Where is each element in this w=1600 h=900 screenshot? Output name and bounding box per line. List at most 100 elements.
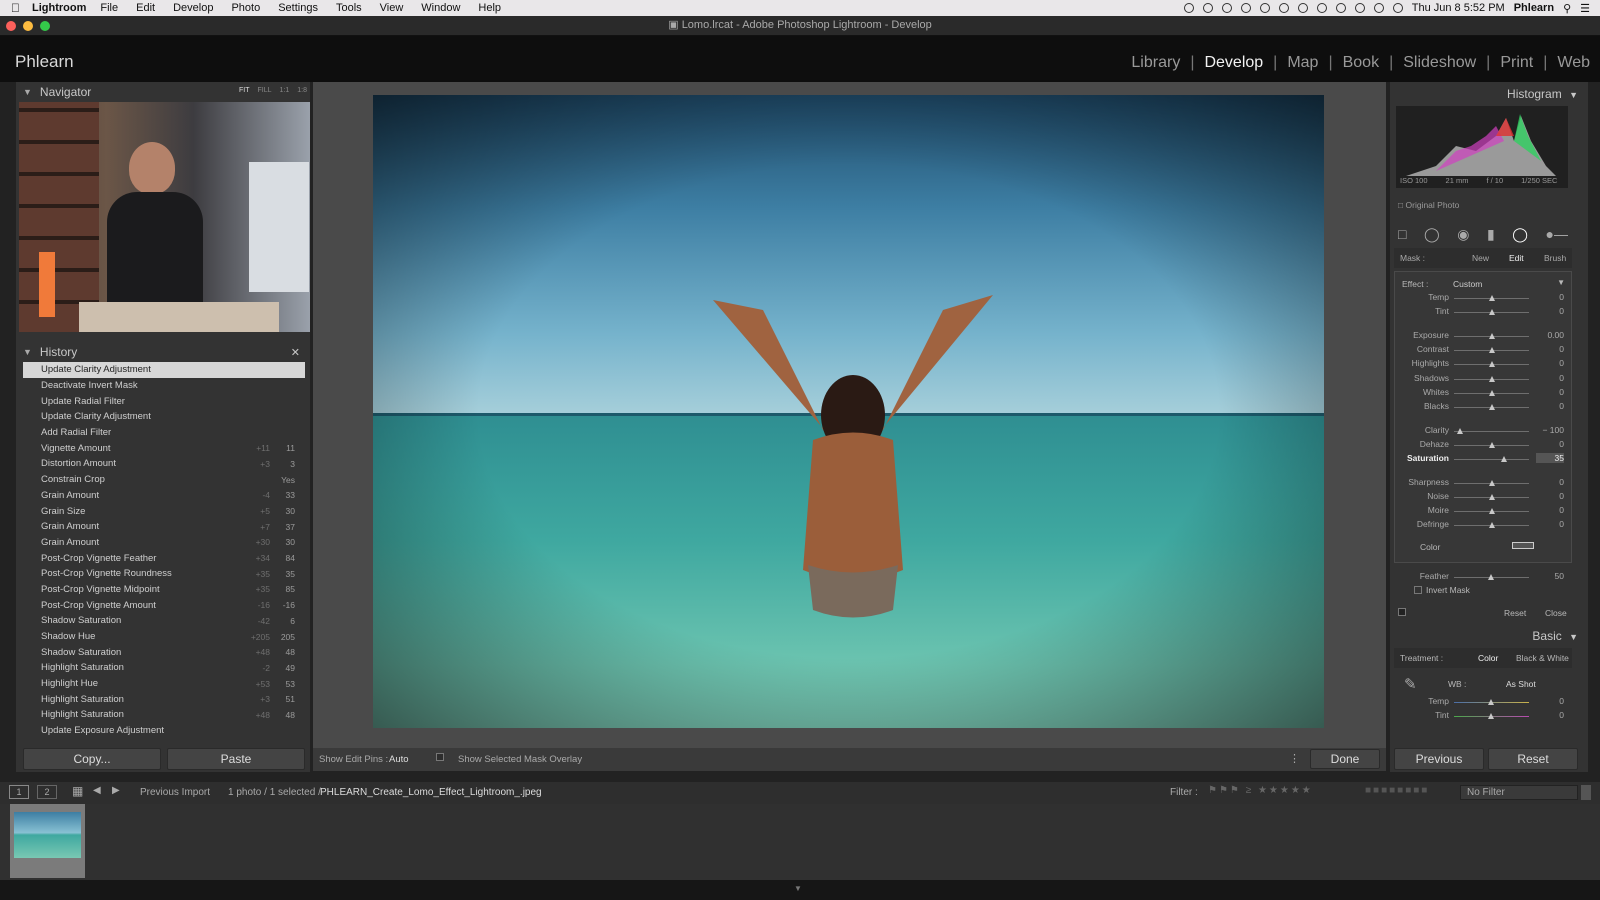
mask-overlay-checkbox[interactable] [436,753,444,761]
filmstrip-source[interactable]: Previous Import [140,787,210,798]
history-item[interactable]: Grain Size +5 30 [23,503,305,519]
feather-value[interactable]: 50 [1536,571,1564,581]
done-button[interactable]: Done [1310,749,1380,769]
bottom-panel-toggle-icon[interactable]: ▼ [794,884,802,893]
basic-header[interactable]: Basic ▼ [1532,629,1578,643]
basic-tint-slider[interactable]: Tint 0 [1390,710,1565,723]
history-item[interactable]: Grain Amount +30 30 [23,535,305,551]
slider-value[interactable]: 0 [1536,505,1564,515]
slider-value[interactable]: 0 [1536,358,1564,368]
collapse-triangle-icon[interactable]: ▼ [23,347,32,357]
sharpness-slider[interactable]: Sharpness 0 [1390,477,1565,490]
slider-thumb[interactable] [1488,390,1495,396]
menu-photo[interactable]: Photo [231,2,260,14]
history-item[interactable]: Highlight Saturation -2 49 [23,660,305,676]
slider-value[interactable]: 0.00 [1536,330,1564,340]
slider-thumb[interactable] [1488,699,1494,705]
slider-value[interactable]: 0 [1536,477,1564,487]
bluetooth-icon[interactable] [1335,3,1346,13]
menu-settings[interactable]: Settings [278,2,318,14]
history-item[interactable]: Grain Amount +7 37 [23,519,305,535]
basic-temp-value[interactable]: 0 [1536,696,1564,706]
menu-edit[interactable]: Edit [136,2,155,14]
view-2-button[interactable]: 2 [37,785,57,799]
time-machine-icon[interactable] [1316,3,1327,13]
history-item[interactable]: Post-Crop Vignette Midpoint +35 85 [23,582,305,598]
module-web[interactable]: Web [1547,54,1600,72]
slider-thumb[interactable] [1488,347,1495,353]
record-icon[interactable] [1202,3,1213,13]
module-book[interactable]: Book [1333,54,1389,72]
module-print[interactable]: Print [1490,54,1543,72]
slider-thumb[interactable] [1488,404,1495,410]
menu-window[interactable]: Window [421,2,460,14]
menubar-user[interactable]: Phlearn [1514,2,1554,14]
red-eye-icon[interactable]: ◉ [1457,226,1469,243]
airplay-icon[interactable] [1373,3,1384,13]
history-item[interactable]: Update Clarity Adjustment [23,362,305,378]
slider-thumb[interactable] [1488,480,1495,486]
navigator-header[interactable]: ▼ Navigator FIT FILL 1:1 1:8 [16,82,310,102]
history-item[interactable]: Add Radial Filter [23,425,305,441]
apple-icon[interactable]:  [11,1,20,15]
adjustment-brush-icon[interactable]: ●— [1545,226,1567,242]
whites-slider[interactable]: Whites 0 [1390,387,1565,400]
feather-slider[interactable]: Feather 50 [1390,571,1565,584]
collapse-triangle-icon[interactable]: ▼ [23,87,32,97]
history-item[interactable]: Deactivate Invert Mask [23,378,305,394]
history-item[interactable]: Post-Crop Vignette Roundness +35 35 [23,566,305,582]
exposure-slider[interactable]: Exposure 0.00 [1390,330,1565,343]
zoom-fill[interactable]: FILL [258,87,272,94]
slider-thumb[interactable] [1488,494,1495,500]
toolbar-menu-icon[interactable]: ⋮ [1289,752,1300,765]
saturation-slider[interactable]: Saturation 35 [1390,453,1565,466]
mask-edit[interactable]: Edit [1509,253,1524,263]
status-icon[interactable] [1297,3,1308,13]
treatment-color[interactable]: Color [1478,653,1498,663]
slider-value[interactable]: 0 [1536,491,1564,501]
slider-value[interactable]: 0 [1536,373,1564,383]
menu-tools[interactable]: Tools [336,2,362,14]
view-1-button[interactable]: 1 [9,785,29,799]
slider-value[interactable]: 0 [1536,439,1564,449]
slider-thumb[interactable] [1488,309,1495,315]
navigator-preview[interactable] [19,102,310,332]
previous-button[interactable]: Previous [1394,748,1484,770]
history-item[interactable]: Constrain Crop Yes [23,472,305,488]
slider-value[interactable]: 0 [1536,401,1564,411]
zoom-1-8[interactable]: 1:8 [297,87,307,94]
slider-value[interactable]: 35 [1536,453,1564,463]
effect-collapse-icon[interactable]: ▼ [1557,278,1565,287]
slider-thumb[interactable] [1488,713,1494,719]
wb-eyedropper-icon[interactable]: ✎ [1404,675,1417,693]
menu-help[interactable]: Help [478,2,501,14]
module-develop[interactable]: Develop [1194,54,1273,72]
slider-thumb[interactable] [1500,456,1507,462]
collapse-triangle-icon[interactable]: ▼ [1569,632,1578,642]
temp-slider[interactable]: Temp 0 [1390,292,1565,305]
crop-tool-icon[interactable]: □ [1398,226,1406,242]
mask-brush[interactable]: Brush [1544,253,1566,263]
spotlight-search-icon[interactable]: ⚲ [1563,2,1571,15]
filter-reset-button[interactable]: Reset [1504,608,1526,618]
color-label-filter[interactable]: ■■■■■■■■ [1365,785,1429,796]
history-item[interactable]: Highlight Hue +53 53 [23,676,305,692]
slider-value[interactable]: 0 [1536,519,1564,529]
slider-value[interactable]: 0 [1536,344,1564,354]
filmstrip-thumbnail[interactable] [10,804,85,878]
treatment-bw[interactable]: Black & White [1516,653,1569,663]
defringe-slider[interactable]: Defringe 0 [1390,519,1565,532]
slider-thumb[interactable] [1488,361,1495,367]
graduated-filter-icon[interactable]: ▮ [1487,226,1495,243]
filter-close-button[interactable]: Close [1545,608,1567,618]
filter-toggle-switch[interactable] [1398,608,1406,616]
slider-thumb[interactable] [1488,376,1495,382]
slider-thumb[interactable] [1457,428,1463,434]
slider-thumb[interactable] [1488,508,1495,514]
history-item[interactable]: Update Clarity Adjustment [23,409,305,425]
status-icon[interactable] [1183,3,1194,13]
history-item[interactable]: Highlight Saturation +48 48 [23,707,305,723]
filter-lock-icon[interactable] [1581,785,1591,800]
blacks-slider[interactable]: Blacks 0 [1390,401,1565,414]
shadows-slider[interactable]: Shadows 0 [1390,373,1565,386]
